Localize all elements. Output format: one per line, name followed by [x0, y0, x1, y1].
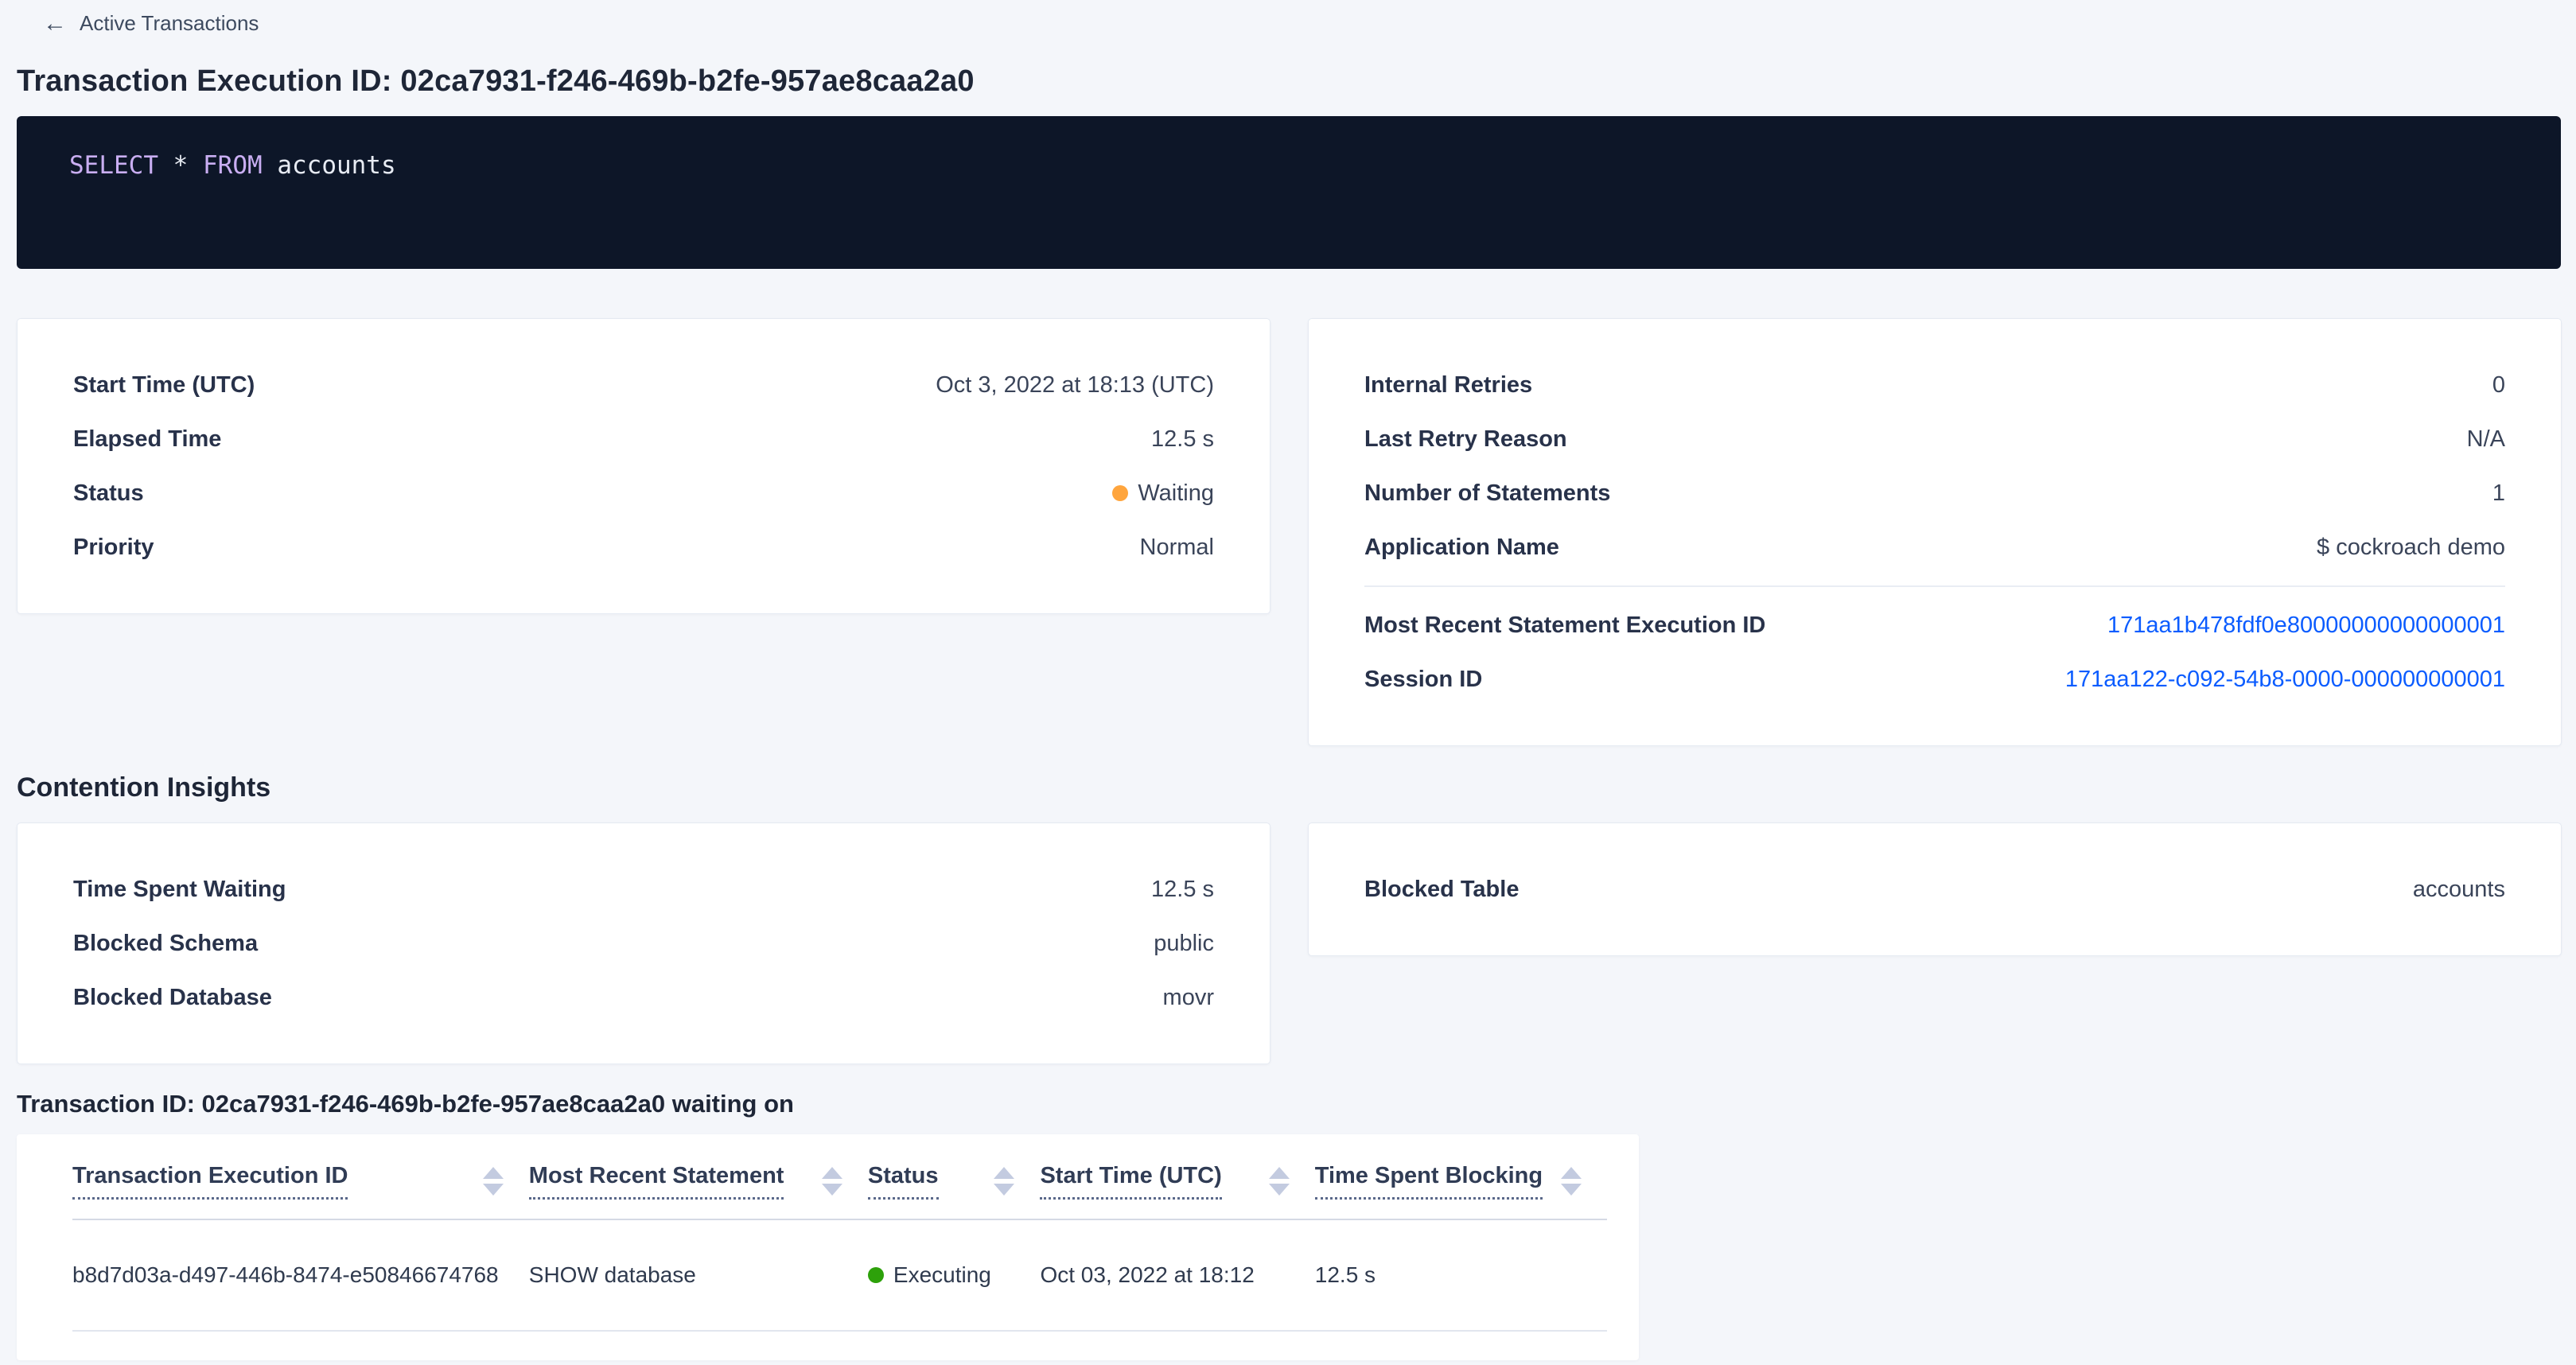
- start-time-value: Oct 3, 2022 at 18:13 (UTC): [936, 372, 1214, 399]
- contention-details-card: Time Spent Waiting 12.5 s Blocked Schema…: [17, 822, 1270, 1064]
- column-header-start-time[interactable]: Start Time (UTC): [1040, 1163, 1314, 1200]
- cell-start-time: Oct 03, 2022 at 18:12: [1040, 1262, 1314, 1288]
- time-spent-waiting-label: Time Spent Waiting: [73, 877, 286, 903]
- sort-asc-icon: [994, 1167, 1014, 1179]
- sort-desc-icon: [822, 1184, 842, 1196]
- status-text: Executing: [893, 1262, 991, 1288]
- sql-star: *: [173, 151, 189, 180]
- status-value: Executing: [868, 1262, 1017, 1288]
- cell-transaction-execution-id: b8d7d03a-d497-446b-8474-e50846674768: [72, 1262, 529, 1288]
- last-retry-reason-label: Last Retry Reason: [1364, 426, 1567, 453]
- most-recent-statement-execution-id-link[interactable]: 171aa1b478fdf0e80000000000000001: [2107, 612, 2505, 639]
- most-recent-statement-execution-id-label: Most Recent Statement Execution ID: [1364, 612, 1765, 639]
- elapsed-time-row: Elapsed Time 12.5 s: [73, 412, 1214, 466]
- executing-status-dot-icon: [868, 1267, 884, 1283]
- sort-icon[interactable]: [820, 1167, 844, 1196]
- start-time-label: Start Time (UTC): [73, 372, 255, 399]
- blocked-database-label: Blocked Database: [73, 985, 272, 1011]
- column-header-transaction-execution-id[interactable]: Transaction Execution ID: [72, 1163, 529, 1200]
- waiting-on-heading: Transaction ID: 02ca7931-f246-469b-b2fe-…: [17, 1090, 2576, 1118]
- elapsed-time-label: Elapsed Time: [73, 426, 221, 453]
- column-header-time-spent-blocking[interactable]: Time Spent Blocking: [1315, 1163, 1607, 1200]
- blocked-schema-row: Blocked Schema public: [73, 916, 1214, 970]
- column-header-most-recent-statement[interactable]: Most Recent Statement: [529, 1163, 868, 1200]
- sort-desc-icon: [1269, 1184, 1290, 1196]
- session-id-row: Session ID 171aa122-c092-54b8-0000-00000…: [1364, 652, 2505, 706]
- sql-keyword-from: FROM: [203, 151, 263, 180]
- priority-label: Priority: [73, 535, 154, 561]
- internal-retries-label: Internal Retries: [1364, 372, 1532, 399]
- breadcrumb-back-link[interactable]: ← Active Transactions: [0, 0, 259, 36]
- statement-summary-card: Internal Retries 0 Last Retry Reason N/A…: [1308, 318, 2562, 746]
- application-name-value: $ cockroach demo: [2317, 535, 2505, 561]
- blocked-database-value: movr: [1163, 985, 1214, 1011]
- waiting-status-dot-icon: [1112, 485, 1128, 501]
- sort-icon[interactable]: [481, 1167, 505, 1196]
- elapsed-time-value: 12.5 s: [1151, 426, 1214, 453]
- transaction-details-page: ← Active Transactions Transaction Execut…: [0, 0, 2576, 1365]
- status-value: Waiting: [1112, 480, 1214, 507]
- breadcrumb-label: Active Transactions: [80, 11, 259, 36]
- back-arrow-icon: ←: [43, 12, 67, 36]
- internal-retries-row: Internal Retries 0: [1364, 358, 2505, 412]
- contention-insights-heading: Contention Insights: [17, 772, 2576, 803]
- number-of-statements-label: Number of Statements: [1364, 480, 1610, 507]
- status-text: Waiting: [1138, 480, 1214, 507]
- session-id-link[interactable]: 171aa122-c092-54b8-0000-000000000001: [2065, 667, 2505, 693]
- most-recent-statement-execution-id-row: Most Recent Statement Execution ID 171aa…: [1364, 598, 2505, 652]
- waiting-on-table: Transaction Execution ID Most Recent Sta…: [17, 1134, 1639, 1360]
- sort-icon[interactable]: [1267, 1167, 1291, 1196]
- last-retry-reason-value: N/A: [2467, 426, 2505, 453]
- column-header-status[interactable]: Status: [868, 1163, 1041, 1200]
- cell-time-spent-blocking: 12.5 s: [1315, 1262, 1607, 1288]
- time-spent-waiting-value: 12.5 s: [1151, 877, 1214, 903]
- contention-cards-row: Time Spent Waiting 12.5 s Blocked Schema…: [17, 822, 2562, 1064]
- sql-statement-box: SELECT * FROM accounts: [17, 116, 2561, 269]
- blocked-table-card: Blocked Table accounts: [1308, 822, 2562, 956]
- transaction-summary-card: Start Time (UTC) Oct 3, 2022 at 18:13 (U…: [17, 318, 1270, 614]
- status-row: Status Waiting: [73, 466, 1214, 520]
- sql-table-name: accounts: [277, 151, 395, 180]
- sort-desc-icon: [1561, 1184, 1582, 1196]
- summary-cards-row: Start Time (UTC) Oct 3, 2022 at 18:13 (U…: [17, 318, 2562, 746]
- sort-asc-icon: [1269, 1167, 1290, 1179]
- sort-desc-icon: [483, 1184, 504, 1196]
- status-label: Status: [73, 480, 144, 507]
- sql-keyword-select: SELECT: [69, 151, 158, 180]
- number-of-statements-value: 1: [2492, 480, 2505, 507]
- page-title: Transaction Execution ID: 02ca7931-f246-…: [17, 64, 2576, 99]
- priority-value: Normal: [1140, 535, 1214, 561]
- cell-status: Executing: [868, 1262, 1041, 1288]
- column-header-label: Status: [868, 1163, 939, 1200]
- sort-asc-icon: [822, 1167, 842, 1179]
- cell-most-recent-statement: SHOW database: [529, 1262, 868, 1288]
- blocked-schema-value: public: [1154, 931, 1214, 957]
- time-spent-waiting-row: Time Spent Waiting 12.5 s: [73, 862, 1214, 916]
- last-retry-reason-row: Last Retry Reason N/A: [1364, 412, 2505, 466]
- column-header-label: Time Spent Blocking: [1315, 1163, 1543, 1200]
- application-name-label: Application Name: [1364, 535, 1559, 561]
- number-of-statements-row: Number of Statements 1: [1364, 466, 2505, 520]
- start-time-row: Start Time (UTC) Oct 3, 2022 at 18:13 (U…: [73, 358, 1214, 412]
- internal-retries-value: 0: [2492, 372, 2505, 399]
- blocked-table-label: Blocked Table: [1364, 877, 1519, 903]
- sort-icon[interactable]: [992, 1167, 1016, 1196]
- card-divider: [1364, 585, 2505, 587]
- blocked-table-value: accounts: [2413, 877, 2505, 903]
- application-name-row: Application Name $ cockroach demo: [1364, 520, 2505, 574]
- table-header-row: Transaction Execution ID Most Recent Sta…: [72, 1163, 1607, 1220]
- session-id-label: Session ID: [1364, 667, 1482, 693]
- blocked-database-row: Blocked Database movr: [73, 970, 1214, 1025]
- sort-asc-icon: [483, 1167, 504, 1179]
- column-header-label: Transaction Execution ID: [72, 1163, 348, 1200]
- table-row: b8d7d03a-d497-446b-8474-e50846674768 SHO…: [72, 1220, 1607, 1332]
- sort-asc-icon: [1561, 1167, 1582, 1179]
- column-header-label: Most Recent Statement: [529, 1163, 784, 1200]
- blocked-schema-label: Blocked Schema: [73, 931, 258, 957]
- column-header-label: Start Time (UTC): [1040, 1163, 1221, 1200]
- sort-desc-icon: [994, 1184, 1014, 1196]
- priority-row: Priority Normal: [73, 520, 1214, 574]
- sort-icon[interactable]: [1559, 1167, 1583, 1196]
- blocked-table-row: Blocked Table accounts: [1364, 862, 2505, 916]
